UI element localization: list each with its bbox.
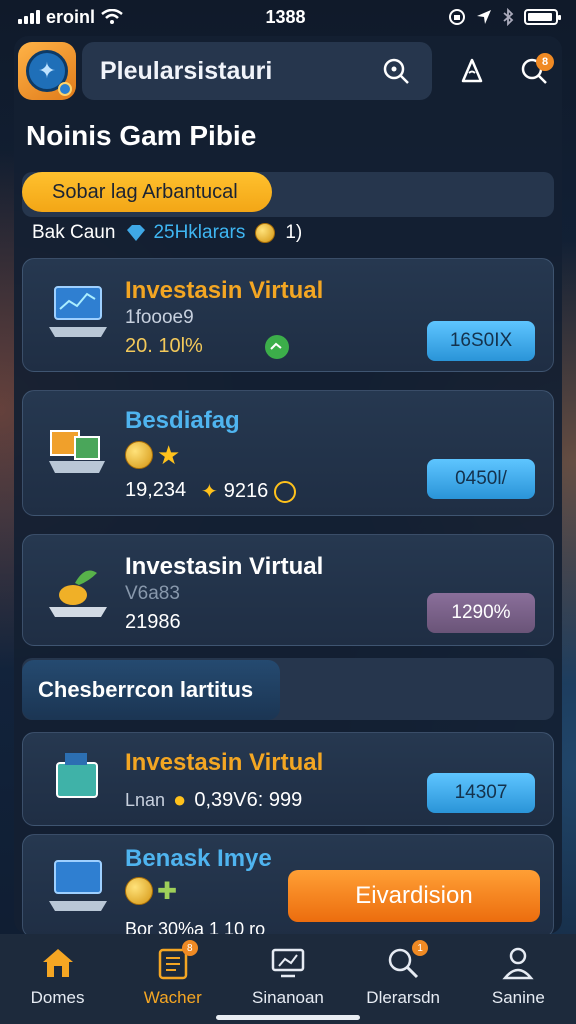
- coin-icon: [125, 877, 153, 905]
- reward-icons: ★: [125, 441, 180, 469]
- summary-count: 1): [285, 222, 303, 243]
- status-bar: eroinl 1388: [0, 0, 576, 34]
- investment-card-2[interactable]: Besdiafag ★ 19,234 ✦ 9216 0450l/: [22, 390, 554, 516]
- tab-label: Sinanoan: [252, 988, 324, 1007]
- investment-card-3[interactable]: Investasin Virtual V6a83 21986 1290%: [22, 534, 554, 646]
- tab-badge: 8: [181, 940, 198, 956]
- coin-icon: [255, 223, 276, 243]
- card-title: Besdiafag: [125, 407, 240, 434]
- cash-register-icon: [56, 753, 98, 798]
- card-value: 19,234: [125, 479, 187, 501]
- balance: 25Hklarars: [125, 222, 245, 244]
- gem-icon: [127, 225, 146, 241]
- balance-value: 25Hklarars: [153, 222, 246, 243]
- card-subtitle: V6a83: [125, 583, 180, 604]
- tab-discover[interactable]: 1 Dlerarsdn: [348, 940, 458, 1008]
- card-subtitle: Lnan: [125, 789, 166, 810]
- bluetooth-icon: [503, 8, 514, 26]
- wifi-icon: [101, 9, 123, 24]
- signal-icon: [18, 10, 40, 24]
- app-header: ✦ Pleularsistauri 8: [18, 40, 558, 102]
- app-title: Pleularsistauri: [100, 56, 273, 85]
- card-action-button[interactable]: 1290%: [427, 593, 535, 633]
- page-title: Noinis Gam Pibie: [26, 120, 257, 151]
- card-title: Benask Imye: [125, 845, 272, 872]
- reward-icons: ✚: [125, 877, 177, 906]
- tab-label: Domes: [30, 988, 85, 1007]
- card-value: 0,39V6: 999: [194, 788, 303, 811]
- notification-badge: 8: [536, 53, 554, 71]
- tab-label: Sanine: [491, 988, 545, 1007]
- card-value-2: 9216: [223, 480, 269, 502]
- battery-icon: [524, 9, 561, 25]
- search-icon[interactable]: 8: [514, 51, 554, 91]
- primary-cta-button[interactable]: Eivardision: [288, 870, 540, 922]
- card-value: 20. 10l%: [125, 335, 203, 357]
- header-search-bar[interactable]: Pleularsistauri: [82, 42, 432, 100]
- clock: 1388: [265, 6, 306, 27]
- card-detail-row: Lnan ● 0,39V6: 999: [125, 787, 302, 813]
- location-icon: [477, 10, 491, 24]
- bell-icon[interactable]: [452, 51, 492, 91]
- bottom-tab-bar: Domes 8 Wacher Sinanoan 1 Dlerarsdn Sani…: [0, 934, 576, 1024]
- app-logo[interactable]: ✦: [18, 42, 76, 100]
- lock-rotation-icon: [449, 9, 465, 25]
- home-indicator: [216, 1015, 360, 1020]
- investment-card-4[interactable]: Investasin Virtual Lnan ● 0,39V6: 999 14…: [22, 732, 554, 826]
- money-plant-icon: [49, 570, 107, 617]
- scan-search-icon[interactable]: [376, 51, 416, 91]
- token-icon: [274, 480, 297, 503]
- tab-label: Dlerarsdn: [366, 988, 440, 1007]
- summary-label: Bak Caun: [32, 222, 116, 243]
- coin-icon: [125, 441, 153, 469]
- star-icon: ★: [157, 440, 181, 470]
- card-title: Investasin Virtual: [125, 277, 324, 304]
- home-icon: [42, 949, 73, 977]
- trading-desk-icon: [49, 430, 105, 473]
- card-action-button[interactable]: 0450l/: [427, 459, 535, 499]
- sparkle-icon: ✦: [201, 481, 218, 503]
- card-action-button[interactable]: 16S0IX: [427, 321, 535, 361]
- card-secondary-value: ✦ 9216: [201, 479, 297, 504]
- card-subtitle: 1foooe9: [125, 307, 194, 328]
- tab-wallet[interactable]: 8 Wacher: [118, 940, 228, 1008]
- leaf-icon: ✚: [157, 878, 178, 905]
- bulb-icon: ●: [173, 787, 187, 812]
- card-action-button[interactable]: 14307: [427, 773, 535, 813]
- tab-home[interactable]: Domes: [3, 944, 113, 1008]
- section-tab[interactable]: Chesberrcon lartitus: [22, 660, 280, 720]
- card-title: Investasin Virtual: [125, 553, 324, 580]
- laptop-chart-icon: [49, 286, 107, 337]
- profile-icon: [502, 947, 534, 980]
- tab-profile[interactable]: Sanine: [463, 944, 573, 1008]
- tab-label: Wacher: [143, 988, 202, 1007]
- card-value: 21986: [125, 611, 181, 633]
- card-title: Investasin Virtual: [125, 749, 324, 776]
- growth-badge-icon: [265, 335, 289, 359]
- tab-monitor[interactable]: Sinanoan: [233, 944, 343, 1008]
- investment-card-1[interactable]: Investasin Virtual 1foooe9 20. 10l% 16S0…: [22, 258, 554, 372]
- carrier-name: eroinl: [46, 6, 96, 27]
- filter-chip[interactable]: Sobar lag Arbantucal: [22, 172, 272, 212]
- tab-badge: 1: [412, 940, 429, 956]
- computer-chart-icon: [49, 860, 107, 911]
- monitor-icon: [271, 948, 305, 978]
- logo-badge: [58, 82, 72, 96]
- summary-row: Bak Caun 25Hklarars 1): [32, 222, 302, 244]
